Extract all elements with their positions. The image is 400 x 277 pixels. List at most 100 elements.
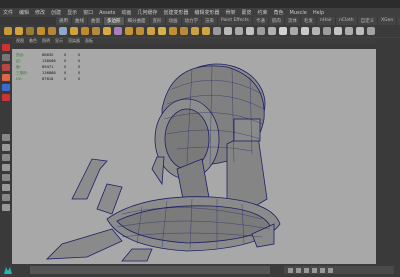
shelf-tab[interactable]: 自定义 (357, 17, 378, 25)
shelf-tab[interactable]: XGen (378, 17, 397, 25)
shelf-tab[interactable]: 毛发 (300, 17, 316, 25)
menu-item[interactable]: 修改 (35, 9, 45, 16)
shelf-tab[interactable]: 通用 (56, 17, 71, 25)
shelf-tool-icon[interactable] (81, 27, 89, 35)
shelf-tool-icon[interactable] (345, 27, 353, 35)
shelf-tool-icon[interactable] (334, 27, 342, 35)
menu-item[interactable]: Assets (99, 10, 115, 16)
shelf-tool-icon[interactable] (169, 27, 177, 35)
shelf-tool-icon[interactable] (191, 27, 199, 35)
move-tool-icon[interactable] (2, 74, 10, 81)
shelf-tool-icon[interactable] (356, 27, 364, 35)
layout-icon[interactable] (2, 174, 10, 181)
layout-icon[interactable] (2, 184, 10, 191)
shelf-tool-icon[interactable] (224, 27, 232, 35)
shelf-tool-icon[interactable] (37, 27, 45, 35)
tool-box (0, 38, 12, 264)
shelf-tool-icon[interactable] (59, 27, 67, 35)
menu-item[interactable]: 角色 (273, 9, 283, 16)
shelf-icon-row (0, 25, 400, 37)
shelf-tool-icon[interactable] (125, 27, 133, 35)
layout-icon[interactable] (2, 194, 10, 201)
shelf-tab[interactable]: 曲线 (72, 17, 87, 25)
timeline-track[interactable] (30, 266, 270, 274)
shelf-tool-icon[interactable] (301, 27, 309, 35)
shelf-tab[interactable]: 动画 (165, 17, 181, 25)
menu-item[interactable]: 骨架 (225, 9, 235, 16)
shelf-tool-icon[interactable] (213, 27, 221, 35)
shelf-tab[interactable]: 流体 (284, 17, 300, 25)
layout-icon[interactable] (2, 134, 10, 141)
shelf-tool-icon[interactable] (70, 27, 78, 35)
menu-item[interactable]: 约束 (257, 9, 267, 16)
shelf-tab[interactable]: 多边形 (104, 17, 124, 25)
shelf-tab[interactable]: 曲面 (88, 17, 103, 25)
shelf-tool-icon[interactable] (290, 27, 298, 35)
shelf-tool-icon[interactable] (312, 27, 320, 35)
menu-item[interactable]: 编辑 (19, 9, 29, 16)
shelf-tool-icon[interactable] (48, 27, 56, 35)
shelf-tool-icon[interactable] (367, 27, 375, 35)
step-forward-icon[interactable] (320, 267, 325, 273)
shelf-tab[interactable]: Paint Effects (218, 17, 252, 25)
menu-item[interactable]: 创建 (51, 9, 61, 16)
3d-viewport[interactable]: 顶点: 68830 0 0 边: 138066 0 0 面: 69471 0 0 三角形: 136868 0… (12, 49, 376, 264)
menu-item[interactable]: 窗口 (83, 9, 93, 16)
paint-select-icon[interactable] (2, 64, 10, 71)
rotate-tool-icon[interactable] (2, 84, 10, 91)
shelf-tab[interactable]: 细分曲面 (124, 17, 149, 25)
shelf-tool-icon[interactable] (26, 27, 34, 35)
layout-icon[interactable] (2, 144, 10, 151)
shelf-tab[interactable]: 变形 (149, 17, 165, 25)
title-bar (0, 0, 400, 8)
menu-item[interactable]: 显示 (67, 9, 77, 16)
layout-icon[interactable] (2, 164, 10, 171)
select-tool-icon[interactable] (2, 44, 10, 51)
shelf-tool-icon[interactable] (279, 27, 287, 35)
step-back-icon[interactable] (296, 267, 301, 273)
spotlight-wireframe-model (45, 63, 281, 262)
go-to-end-icon[interactable] (328, 267, 333, 273)
shelf-tool-icon[interactable] (257, 27, 265, 35)
shelf-tool-icon[interactable] (103, 27, 111, 35)
go-to-start-icon[interactable] (288, 267, 293, 273)
shelf-tool-icon[interactable] (158, 27, 166, 35)
playback-controls (284, 266, 394, 274)
shelf-tool-icon[interactable] (235, 27, 243, 35)
main-menu-bar: 文件 编辑 修改 创建 显示 窗口 Assets 动画 几何缓存 创建变形器 编辑变形器 骨架 蒙皮 约束… (0, 8, 400, 17)
shelf-tool-icon[interactable] (114, 27, 122, 35)
shelf-tab[interactable]: nHair (316, 17, 335, 25)
menu-item[interactable]: 编辑变形器 (194, 9, 219, 16)
shelf-tab[interactable]: 渲染 (202, 17, 217, 25)
menu-item[interactable]: 几何缓存 (137, 9, 157, 16)
play-back-icon[interactable] (304, 267, 309, 273)
right-side-panel (376, 38, 400, 264)
menu-item[interactable]: 创建变形器 (163, 9, 188, 16)
shelf-tool-icon[interactable] (180, 27, 188, 35)
menu-item[interactable]: 文件 (3, 9, 13, 16)
menu-item[interactable]: Muscle (290, 10, 307, 16)
scale-tool-icon[interactable] (2, 94, 10, 101)
layout-icon[interactable] (2, 204, 10, 211)
shelf-tool-icon[interactable] (323, 27, 331, 35)
shelf-tab[interactable]: 肌肉 (268, 17, 284, 25)
shelf-tool-icon[interactable] (15, 27, 23, 35)
shelf-tool-icon[interactable] (147, 27, 155, 35)
menu-item[interactable]: 动画 (121, 9, 131, 16)
shelf-tab[interactable]: nCloth (335, 17, 357, 25)
shelf-tab[interactable]: 卡通 (252, 17, 268, 25)
maya-logo-icon (3, 265, 13, 275)
shelf-tool-icon[interactable] (268, 27, 276, 35)
lasso-tool-icon[interactable] (2, 54, 10, 61)
shelf-tool-icon[interactable] (136, 27, 144, 35)
shelf-tab-bar: 通用 曲线 曲面 多边形 细分曲面 变形 动画 动力学 渲染 Paint Effects 卡通 肌肉流… (0, 17, 400, 25)
play-forward-icon[interactable] (312, 267, 317, 273)
layout-icon[interactable] (2, 154, 10, 161)
shelf-tool-icon[interactable] (246, 27, 254, 35)
menu-item[interactable]: Help (313, 10, 324, 16)
shelf-tool-icon[interactable] (92, 27, 100, 35)
menu-item[interactable]: 蒙皮 (241, 9, 251, 16)
shelf-tool-icon[interactable] (202, 27, 210, 35)
shelf-tab[interactable]: 动力学 (181, 17, 201, 25)
shelf-tool-icon[interactable] (4, 27, 12, 35)
